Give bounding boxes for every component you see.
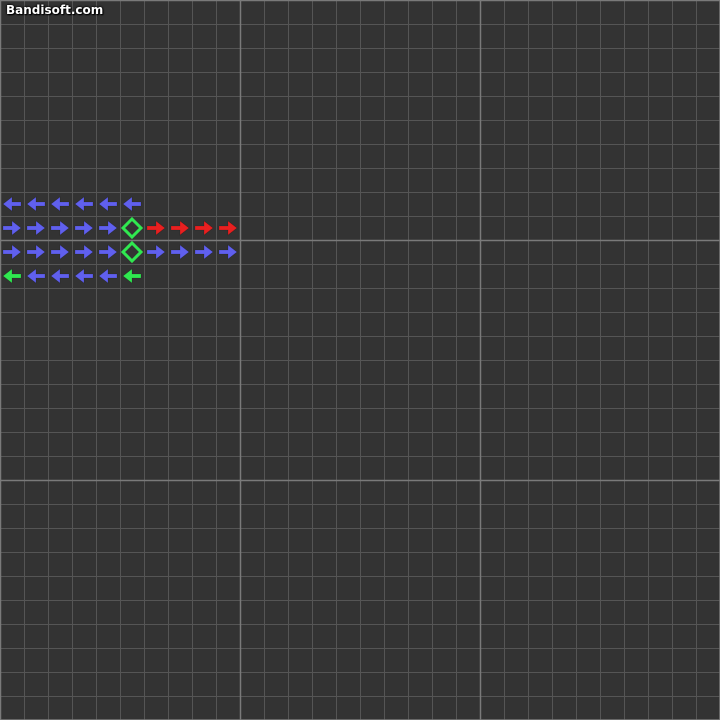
arrow-left-icon[interactable]: [74, 268, 94, 284]
watermark-text: Bandisoft.com: [6, 3, 104, 17]
arrow-left-icon[interactable]: [2, 268, 22, 284]
arrow-right-icon[interactable]: [50, 244, 70, 260]
arrow-right-icon[interactable]: [170, 220, 190, 236]
diamond-tile-icon[interactable]: [120, 240, 144, 264]
arrow-right-icon[interactable]: [194, 220, 214, 236]
arrow-right-icon[interactable]: [74, 220, 94, 236]
pieces-layer: [2, 196, 238, 284]
arrow-right-icon[interactable]: [74, 244, 94, 260]
arrow-right-icon[interactable]: [50, 220, 70, 236]
arrow-right-icon[interactable]: [98, 220, 118, 236]
arrow-left-icon[interactable]: [2, 196, 22, 212]
arrow-right-icon[interactable]: [218, 220, 238, 236]
arrow-right-icon[interactable]: [194, 244, 214, 260]
arrow-right-icon[interactable]: [26, 244, 46, 260]
arrow-right-icon[interactable]: [170, 244, 190, 260]
arrow-right-icon[interactable]: [98, 244, 118, 260]
arrow-left-icon[interactable]: [50, 196, 70, 212]
arrow-left-icon[interactable]: [26, 196, 46, 212]
arrow-left-icon[interactable]: [98, 196, 118, 212]
arrow-left-icon[interactable]: [98, 268, 118, 284]
game-board[interactable]: Bandisoft.com: [0, 0, 720, 720]
arrow-right-icon[interactable]: [218, 244, 238, 260]
arrow-right-icon[interactable]: [26, 220, 46, 236]
arrow-right-icon[interactable]: [2, 244, 22, 260]
arrow-left-icon[interactable]: [74, 196, 94, 212]
arrow-right-icon[interactable]: [146, 220, 166, 236]
arrow-left-icon[interactable]: [50, 268, 70, 284]
arrow-right-icon[interactable]: [146, 244, 166, 260]
arrow-left-icon[interactable]: [122, 268, 142, 284]
arrow-left-icon[interactable]: [26, 268, 46, 284]
arrow-right-icon[interactable]: [2, 220, 22, 236]
diamond-tile-icon[interactable]: [120, 216, 144, 240]
arrow-left-icon[interactable]: [122, 196, 142, 212]
